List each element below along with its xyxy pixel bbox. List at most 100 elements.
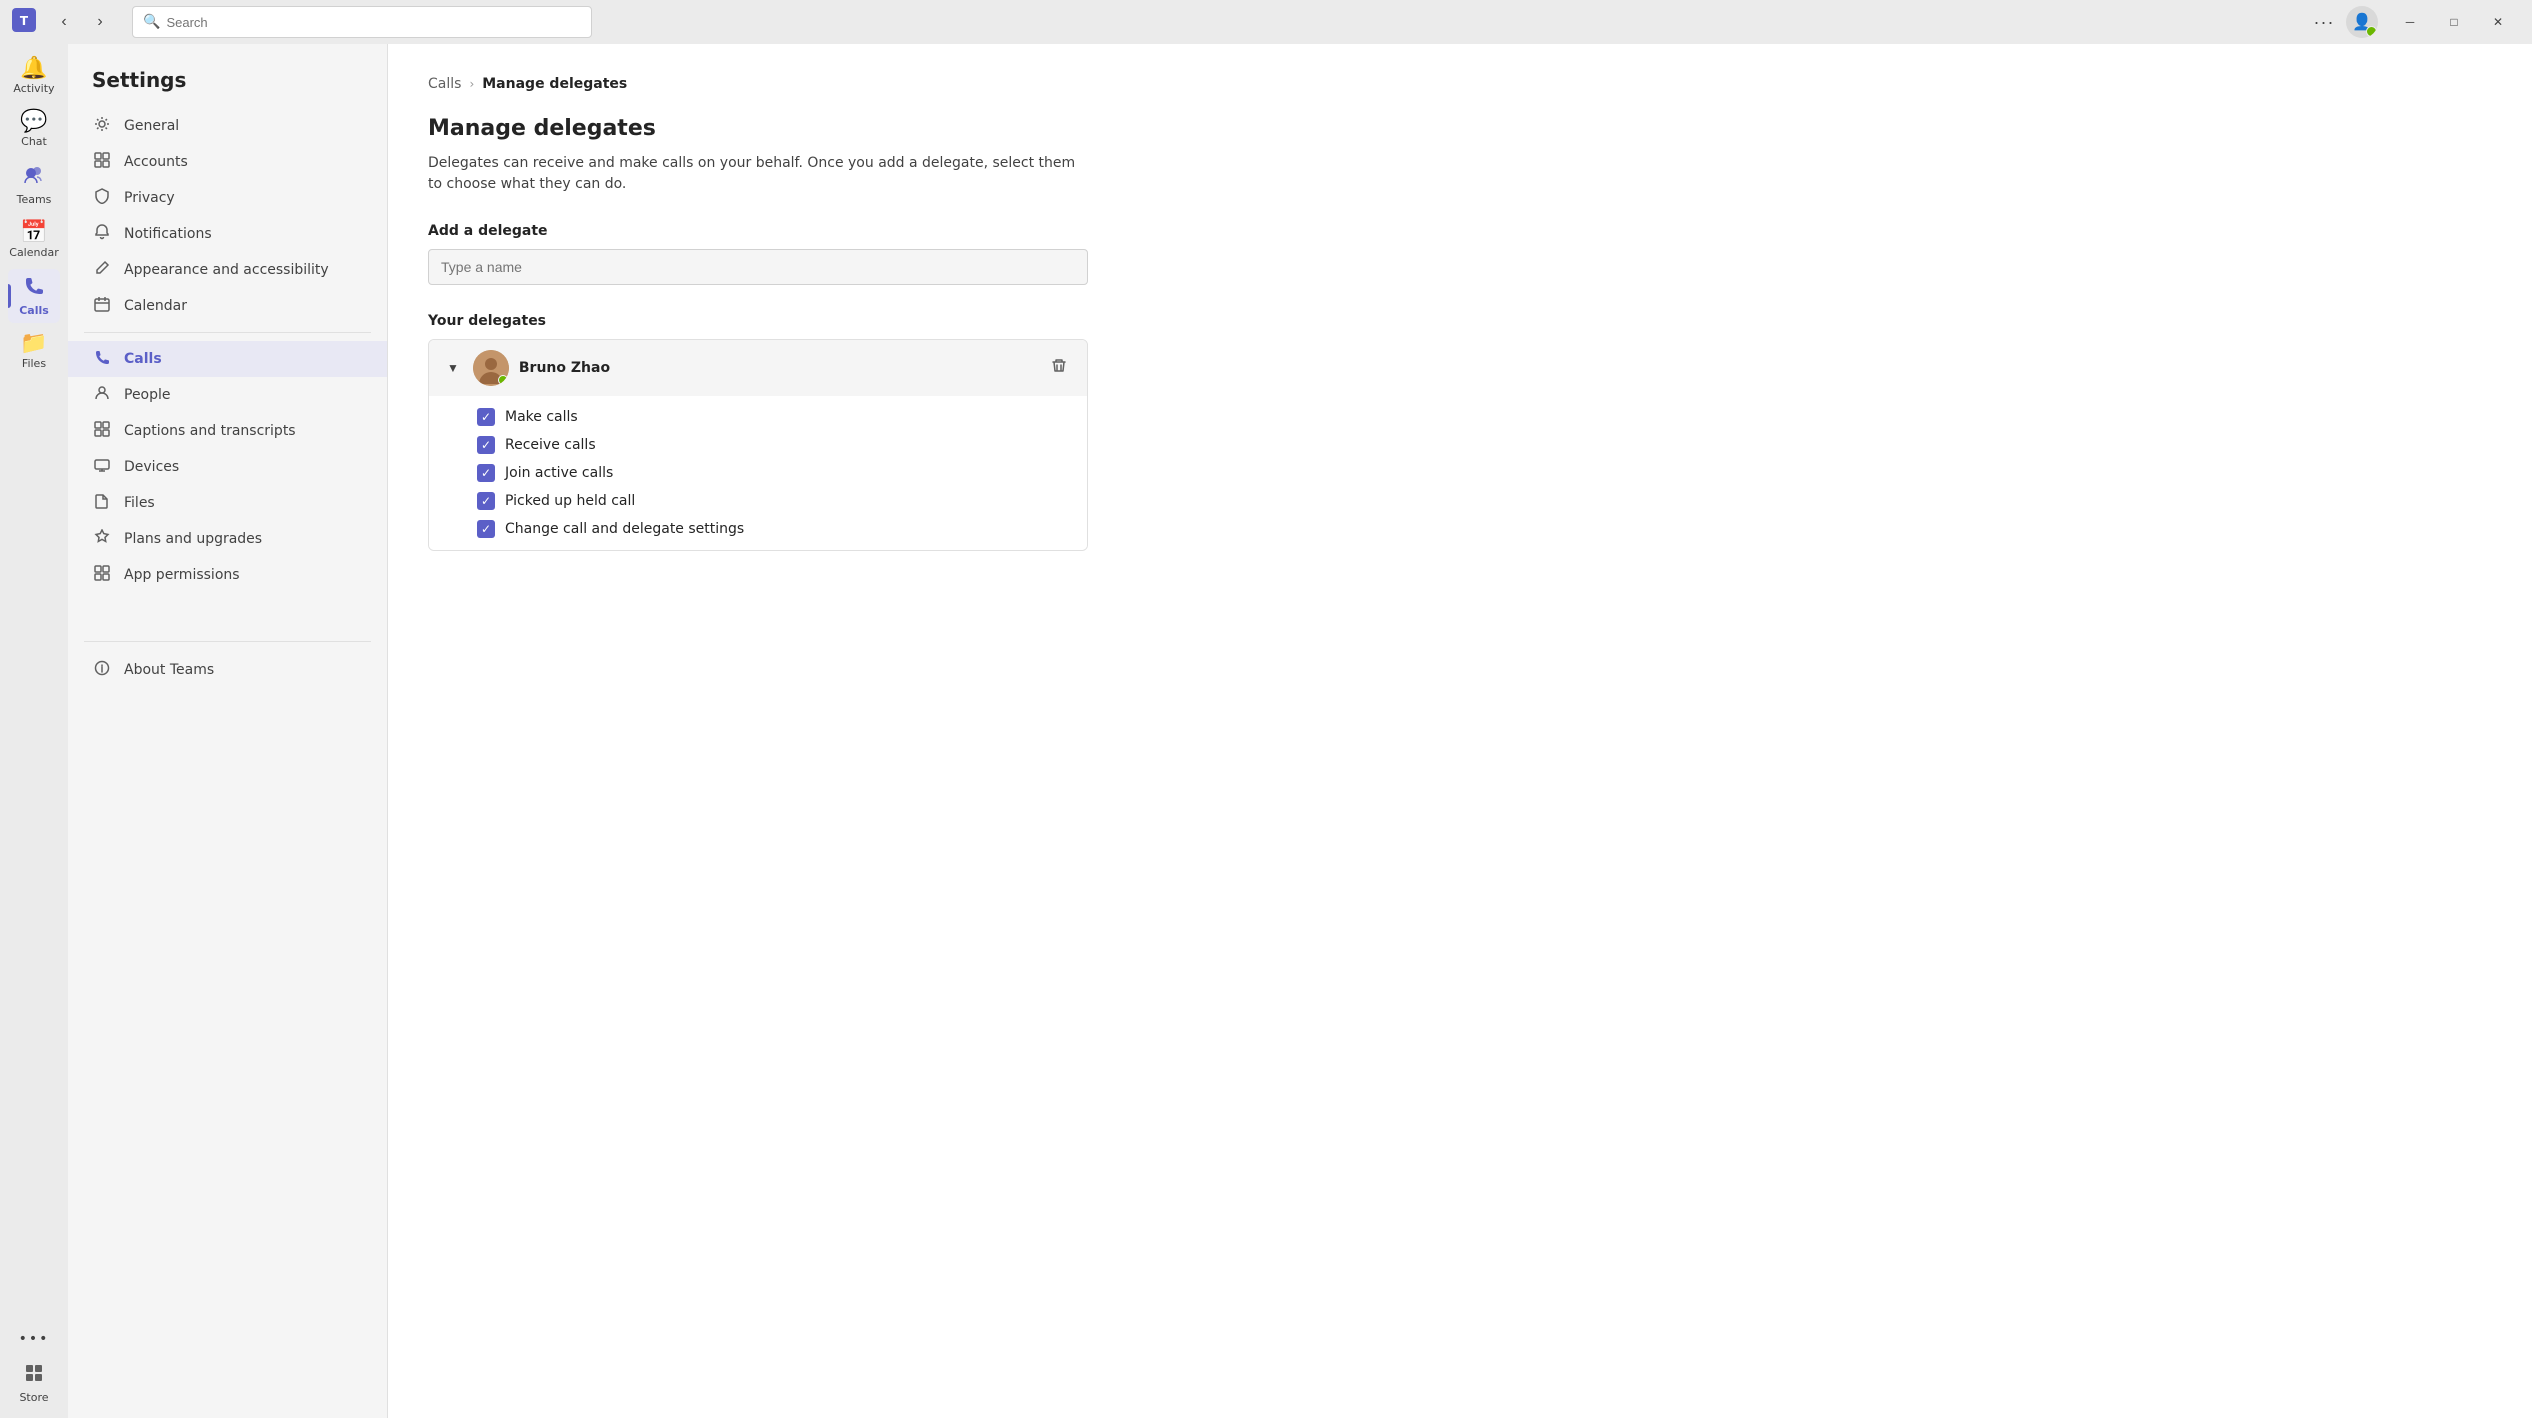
delegate-header: ▼ Bruno Zhao [429, 340, 1087, 396]
main-content: Calls › Manage delegates Manage delegate… [388, 44, 2532, 1418]
search-input[interactable] [166, 15, 581, 30]
sidebar-item-activity[interactable]: 🔔 Activity [8, 52, 60, 101]
nav-buttons: ‹ › [48, 6, 116, 38]
app-permissions-icon [92, 565, 112, 585]
nav-item-label: Captions and transcripts [124, 423, 296, 439]
delete-delegate-button[interactable] [1045, 354, 1073, 383]
about-icon [92, 660, 112, 680]
expand-delegate-button[interactable]: ▼ [443, 359, 463, 377]
accounts-icon [92, 152, 112, 172]
settings-nav-app-permissions[interactable]: App permissions [68, 557, 387, 593]
sidebar-item-label: Calendar [9, 246, 58, 259]
change-settings-label: Change call and delegate settings [505, 521, 744, 537]
breadcrumb-separator: › [469, 77, 474, 91]
sidebar-item-label: Calls [19, 304, 49, 317]
delegate-card: ▼ Bruno Zhao [428, 339, 1088, 551]
nav-item-label: General [124, 118, 179, 134]
make-calls-checkbox[interactable]: ✓ [477, 408, 495, 426]
check-icon: ✓ [481, 438, 491, 452]
settings-nav-appearance[interactable]: Appearance and accessibility [68, 252, 387, 288]
window-controls: ─ □ ✕ [2388, 6, 2520, 38]
settings-title: Settings [68, 60, 387, 108]
calendar-nav-icon [92, 296, 112, 316]
settings-nav-calendar[interactable]: Calendar [68, 288, 387, 324]
permission-make-calls: ✓ Make calls [477, 408, 1067, 426]
nav-item-label: Files [124, 495, 155, 511]
store-icon [23, 1362, 45, 1389]
search-icon: 🔍 [143, 14, 160, 30]
files-icon: 📁 [20, 333, 47, 355]
settings-nav-privacy[interactable]: Privacy [68, 180, 387, 216]
your-delegates-label: Your delegates [428, 313, 2492, 329]
delegate-name: Bruno Zhao [519, 360, 1035, 376]
check-icon: ✓ [481, 522, 491, 536]
nav-item-label: App permissions [124, 567, 240, 583]
sidebar-item-label: Files [22, 357, 46, 370]
add-delegate-input[interactable] [428, 249, 1088, 285]
receive-calls-checkbox[interactable]: ✓ [477, 436, 495, 454]
sidebar-item-label: Chat [21, 135, 47, 148]
delegate-permissions: ✓ Make calls ✓ Receive calls ✓ Join acti… [429, 396, 1087, 550]
sidebar-item-calls[interactable]: Calls [8, 269, 60, 323]
nav-item-label: People [124, 387, 171, 403]
sidebar-icons: 🔔 Activity 💬 Chat Teams 📅 Calendar [0, 44, 68, 1418]
permission-change-settings: ✓ Change call and delegate settings [477, 520, 1067, 538]
nav-item-label: Notifications [124, 226, 212, 242]
nav-item-label: Devices [124, 459, 179, 475]
permission-receive-calls: ✓ Receive calls [477, 436, 1067, 454]
sidebar-item-label: Store [19, 1391, 48, 1404]
settings-nav-people[interactable]: People [68, 377, 387, 413]
add-delegate-label: Add a delegate [428, 223, 2492, 239]
nav-item-label: Privacy [124, 190, 175, 206]
settings-nav-devices[interactable]: Devices [68, 449, 387, 485]
sidebar-item-calendar[interactable]: 📅 Calendar [8, 216, 60, 265]
settings-nav-plans[interactable]: Plans and upgrades [68, 521, 387, 557]
nav-item-label: Accounts [124, 154, 188, 170]
maximize-button[interactable]: □ [2432, 6, 2476, 38]
more-icon: ••• [19, 1332, 50, 1346]
avatar-status-indicator [498, 375, 508, 385]
nav-separator [84, 332, 371, 333]
check-icon: ✓ [481, 410, 491, 424]
minimize-button[interactable]: ─ [2388, 6, 2432, 38]
settings-nav: Settings General Accounts [68, 44, 388, 1418]
plans-icon [92, 529, 112, 549]
notifications-icon [92, 224, 112, 244]
settings-nav-general[interactable]: General [68, 108, 387, 144]
back-button[interactable]: ‹ [48, 6, 80, 38]
devices-icon [92, 457, 112, 477]
teams-icon [23, 164, 45, 191]
breadcrumb-parent[interactable]: Calls [428, 76, 461, 92]
settings-nav-files[interactable]: Files [68, 485, 387, 521]
people-icon [92, 385, 112, 405]
settings-nav-about[interactable]: About Teams [68, 650, 387, 690]
sidebar-item-teams[interactable]: Teams [8, 158, 60, 212]
close-button[interactable]: ✕ [2476, 6, 2520, 38]
nav-item-label: Plans and upgrades [124, 531, 262, 547]
general-icon [92, 116, 112, 136]
sidebar-item-store[interactable]: Store [8, 1356, 60, 1410]
sidebar-item-chat[interactable]: 💬 Chat [8, 105, 60, 154]
permission-pickup-held: ✓ Picked up held call [477, 492, 1067, 510]
sidebar-item-more[interactable]: ••• [8, 1326, 60, 1352]
chat-icon: 💬 [20, 111, 47, 133]
calls-icon [23, 275, 45, 302]
settings-nav-calls[interactable]: Calls [68, 341, 387, 377]
join-active-checkbox[interactable]: ✓ [477, 464, 495, 482]
svg-text:T: T [20, 14, 29, 28]
settings-nav-notifications[interactable]: Notifications [68, 216, 387, 252]
forward-button[interactable]: › [84, 6, 116, 38]
change-settings-checkbox[interactable]: ✓ [477, 520, 495, 538]
sidebar-item-files[interactable]: 📁 Files [8, 327, 60, 376]
settings-nav-captions[interactable]: Captions and transcripts [68, 413, 387, 449]
activity-icon: 🔔 [20, 58, 47, 80]
user-avatar-button[interactable]: 👤 [2346, 6, 2378, 38]
settings-nav-accounts[interactable]: Accounts [68, 144, 387, 180]
pickup-held-checkbox[interactable]: ✓ [477, 492, 495, 510]
join-active-label: Join active calls [505, 465, 613, 481]
calls-nav-icon [92, 349, 112, 369]
nav-item-label: Appearance and accessibility [124, 262, 329, 278]
files-nav-icon [92, 493, 112, 513]
more-options-button[interactable]: ··· [2308, 6, 2340, 38]
about-label: About Teams [124, 662, 214, 678]
